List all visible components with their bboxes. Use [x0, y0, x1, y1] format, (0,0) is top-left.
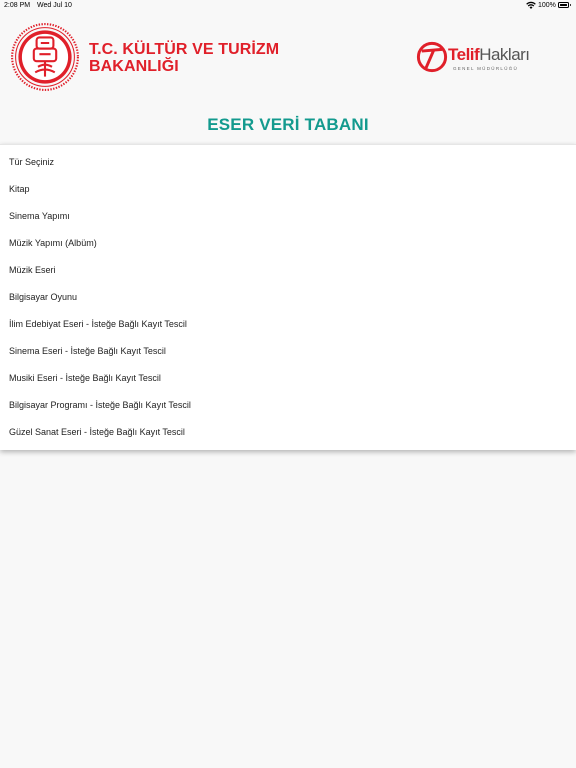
wifi-icon — [526, 1, 536, 9]
telif-name-b: Hakları — [479, 45, 530, 64]
dropdown-option-musiki-eseri[interactable]: Musiki Eseri - İsteğe Bağlı Kayıt Tescil — [0, 365, 576, 392]
dropdown-option-sinema-yapimi[interactable]: Sinema Yapımı — [0, 203, 576, 230]
dropdown-option-bilgisayar-oyunu[interactable]: Bilgisayar Oyunu — [0, 284, 576, 311]
dropdown-option-ilim-edebiyat[interactable]: İlim Edebiyat Eseri - İsteğe Bağlı Kayıt… — [0, 311, 576, 338]
dropdown-option-muzik-yapimi[interactable]: Müzik Yapımı (Albüm) — [0, 230, 576, 257]
battery-icon — [558, 2, 571, 8]
type-dropdown-list[interactable]: Tür Seçiniz Kitap Sinema Yapımı Müzik Ya… — [0, 144, 576, 450]
telif-t-icon — [416, 41, 448, 73]
status-time: 2:08 PM — [4, 2, 31, 9]
ministry-name: T.C. KÜLTÜR VE TURİZM BAKANLIĞI — [89, 41, 279, 75]
ministry-emblem-icon — [11, 23, 79, 91]
dropdown-option-kitap[interactable]: Kitap — [0, 176, 576, 203]
telif-haklari-logo: TelifHakları GENEL MÜDÜRLÜĞÜ — [415, 40, 531, 76]
telif-name-a: Telif — [448, 45, 480, 64]
ministry-name-line2: BAKANLIĞI — [89, 58, 179, 75]
ministry-name-line1: T.C. KÜLTÜR VE TURİZM — [89, 41, 280, 58]
dropdown-placeholder[interactable]: Tür Seçiniz — [0, 149, 576, 176]
telif-subtitle: GENEL MÜDÜRLÜĞÜ — [453, 66, 519, 71]
dropdown-option-muzik-eseri[interactable]: Müzik Eseri — [0, 257, 576, 284]
page-title: ESER VERİ TABANI — [207, 115, 369, 134]
dropdown-option-bilgisayar-programi[interactable]: Bilgisayar Programı - İsteğe Bağlı Kayıt… — [0, 392, 576, 419]
dropdown-option-sinema-eseri[interactable]: Sinema Eseri - İsteğe Bağlı Kayıt Tescil — [0, 338, 576, 365]
status-bar: 2:08 PM Wed Jul 10 100% — [0, 0, 576, 12]
dropdown-option-guzel-sanat[interactable]: Güzel Sanat Eseri - İsteğe Bağlı Kayıt T… — [0, 419, 576, 446]
telif-name: TelifHakları — [448, 46, 530, 64]
battery-percentage: 100% — [538, 2, 556, 9]
header: T.C. KÜLTÜR VE TURİZM BAKANLIĞI TelifHak… — [0, 14, 576, 100]
status-date: Wed Jul 10 — [37, 2, 72, 9]
